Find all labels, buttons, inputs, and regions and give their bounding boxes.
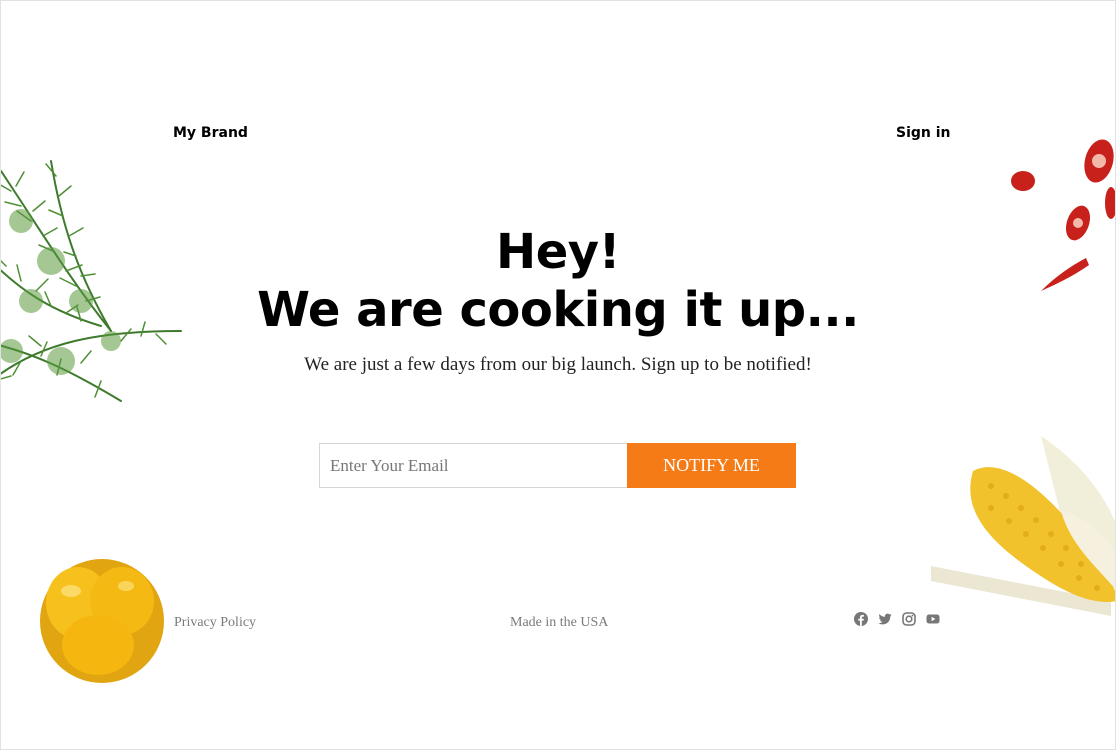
page-subtitle: We are just a few days from our big laun… (304, 354, 812, 375)
privacy-policy-link[interactable]: Privacy Policy (174, 615, 256, 631)
instagram-icon[interactable] (902, 612, 916, 626)
notify-form: NOTIFY ME (319, 443, 796, 488)
notify-me-button[interactable]: NOTIFY ME (627, 443, 796, 488)
social-links (854, 612, 940, 626)
page: My Brand Sign in Hey! We are cooking it … (0, 0, 1116, 750)
made-in-usa-text: Made in the USA (510, 615, 609, 630)
youtube-icon[interactable] (926, 612, 940, 626)
twitter-icon[interactable] (878, 612, 892, 626)
page-heading: Hey! We are cooking it up... (1, 223, 1115, 339)
email-input[interactable] (319, 443, 627, 488)
heading-line-1: Hey! (496, 224, 620, 280)
yellow-pepper-image (40, 559, 164, 683)
brand-logo[interactable]: My Brand (173, 125, 248, 141)
facebook-icon[interactable] (854, 612, 868, 626)
heading-line-2: We are cooking it up... (257, 282, 859, 338)
sign-in-link[interactable]: Sign in (896, 125, 951, 141)
corn-image (931, 436, 1115, 616)
